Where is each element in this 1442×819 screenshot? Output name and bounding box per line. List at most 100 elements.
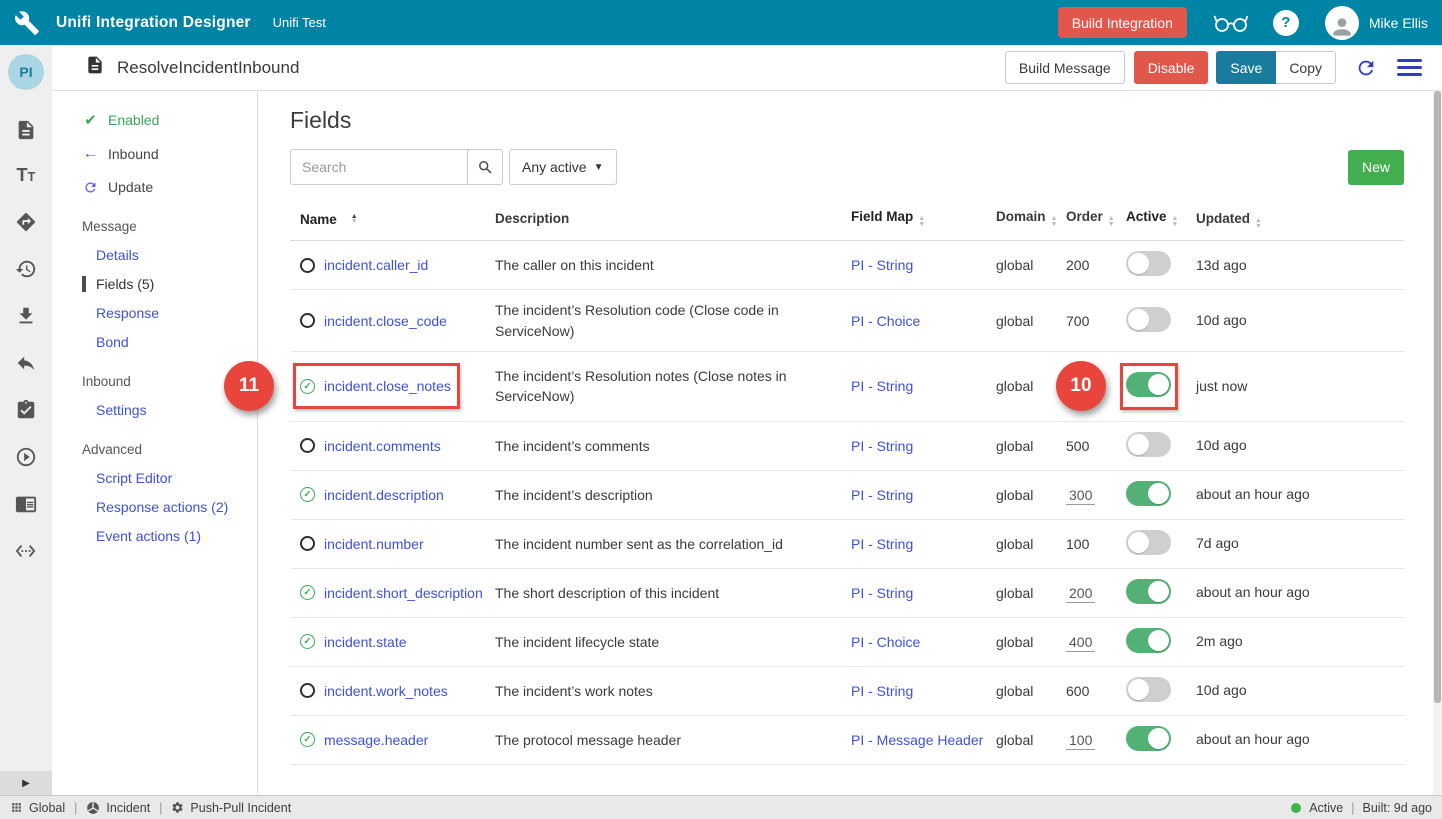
- field-description: The incident’s Resolution code (Close co…: [495, 300, 851, 341]
- nav-item-response[interactable]: Response: [82, 305, 257, 321]
- run-icon[interactable]: [15, 446, 37, 468]
- copy-button[interactable]: Copy: [1276, 51, 1336, 84]
- field-name-link[interactable]: message.header: [324, 732, 428, 748]
- nav-item-settings[interactable]: Settings: [82, 402, 257, 418]
- nav-item-event-actions-1-[interactable]: Event actions (1): [82, 528, 257, 544]
- active-toggle[interactable]: [1126, 432, 1171, 457]
- document-icon[interactable]: [15, 119, 37, 141]
- field-domain: global: [996, 634, 1066, 650]
- field-name-link[interactable]: incident.number: [324, 536, 424, 552]
- download-icon[interactable]: [15, 305, 37, 327]
- field-order: 100: [1066, 536, 1089, 552]
- field-name-link[interactable]: incident.caller_id: [324, 257, 428, 273]
- active-toggle[interactable]: [1126, 677, 1171, 702]
- active-toggle[interactable]: [1126, 579, 1171, 604]
- field-map-link[interactable]: PI - String: [851, 585, 913, 601]
- statusbar-segment-push-pull-incident[interactable]: Push-Pull Incident: [171, 801, 291, 815]
- scrollbar-thumb[interactable]: [1434, 91, 1441, 703]
- active-toggle[interactable]: [1126, 628, 1171, 653]
- nav-item-label[interactable]: Details: [96, 247, 139, 263]
- active-filter-dropdown[interactable]: Any active▼: [509, 149, 617, 185]
- column-header-name[interactable]: Name▲▼: [290, 209, 495, 229]
- message-nav: ✔Enabled←InboundUpdateMessageDetailsFiel…: [52, 91, 258, 795]
- field-name-link[interactable]: incident.close_code: [324, 313, 447, 329]
- toggle-knob: [1128, 532, 1149, 553]
- field-description: The incident’s Resolution notes (Close n…: [495, 366, 851, 407]
- menu-icon[interactable]: [1397, 59, 1422, 76]
- field-map-link[interactable]: PI - Choice: [851, 634, 920, 650]
- nav-item-label[interactable]: Fields (5): [96, 276, 154, 292]
- history-icon[interactable]: [15, 258, 37, 280]
- nav-item-label[interactable]: Script Editor: [96, 470, 172, 486]
- active-toggle[interactable]: [1126, 307, 1171, 332]
- field-name-link[interactable]: incident.state: [324, 634, 407, 650]
- preview-glasses-icon[interactable]: [1213, 12, 1249, 34]
- nav-item-label[interactable]: Response actions (2): [96, 499, 228, 515]
- build-integration-button[interactable]: Build Integration: [1058, 7, 1187, 38]
- field-order: 200: [1066, 257, 1089, 273]
- documentation-icon[interactable]: [15, 493, 37, 515]
- nav-item-label[interactable]: Response: [96, 305, 159, 321]
- undo-icon[interactable]: [15, 352, 37, 374]
- column-header-field-map[interactable]: Field Map▲▼: [851, 209, 996, 229]
- active-toggle[interactable]: [1126, 251, 1171, 276]
- field-map-link[interactable]: PI - String: [851, 487, 913, 503]
- annotation-circle-11: 11: [224, 361, 274, 411]
- disable-button[interactable]: Disable: [1134, 51, 1209, 84]
- nav-item-label[interactable]: Event actions (1): [96, 528, 201, 544]
- sort-icon: ▲▼: [1255, 218, 1262, 229]
- field-domain: global: [996, 487, 1066, 503]
- statusbar-segment-incident[interactable]: Incident: [86, 801, 150, 815]
- active-toggle[interactable]: [1126, 726, 1171, 751]
- save-button[interactable]: Save: [1216, 51, 1276, 84]
- text-format-icon[interactable]: TT: [17, 166, 36, 186]
- field-name-link[interactable]: incident.description: [324, 487, 444, 503]
- build-message-button[interactable]: Build Message: [1005, 51, 1125, 84]
- nav-item-fields-5-[interactable]: Fields (5): [82, 276, 257, 292]
- integration-avatar[interactable]: PI: [8, 54, 44, 90]
- field-map-link[interactable]: PI - String: [851, 378, 913, 394]
- nav-item-label[interactable]: Settings: [96, 402, 147, 418]
- environment-label[interactable]: Unifi Test: [273, 15, 326, 30]
- active-toggle[interactable]: [1126, 530, 1171, 555]
- field-map-link[interactable]: PI - Choice: [851, 313, 920, 329]
- vertical-scrollbar[interactable]: [1433, 91, 1442, 795]
- toggle-knob: [1148, 581, 1169, 602]
- nav-item-details[interactable]: Details: [82, 247, 257, 263]
- wrench-logo-icon[interactable]: [14, 10, 40, 36]
- search-icon[interactable]: [467, 149, 503, 185]
- field-map-icon[interactable]: [15, 211, 37, 233]
- field-description: The short description of this incident: [495, 583, 851, 603]
- column-header-active[interactable]: Active▲▼: [1126, 209, 1196, 229]
- table-row: ✓ incident.close_notes The incident’s Re…: [290, 352, 1404, 422]
- field-name-link[interactable]: incident.work_notes: [324, 683, 448, 699]
- tasks-icon[interactable]: [15, 399, 37, 421]
- field-map-link[interactable]: PI - String: [851, 536, 913, 552]
- user-menu[interactable]: Mike Ellis: [1325, 6, 1428, 40]
- field-map-link[interactable]: PI - Message Header: [851, 732, 983, 748]
- code-icon[interactable]: [15, 540, 37, 562]
- field-map-link[interactable]: PI - String: [851, 257, 913, 273]
- refresh-icon[interactable]: [1355, 57, 1377, 79]
- nav-section-message: Message: [82, 219, 257, 234]
- field-updated: 10d ago: [1196, 680, 1326, 701]
- toggle-knob: [1148, 630, 1169, 651]
- column-header-updated[interactable]: Updated▲▼: [1196, 209, 1326, 229]
- column-header-domain[interactable]: Domain▲▼: [996, 209, 1066, 229]
- search-input[interactable]: [290, 149, 467, 185]
- nav-item-response-actions-2-[interactable]: Response actions (2): [82, 499, 257, 515]
- active-toggle[interactable]: [1126, 481, 1171, 506]
- column-header-order[interactable]: Order▲▼: [1066, 209, 1126, 229]
- field-name-link[interactable]: incident.short_description: [324, 585, 483, 601]
- expand-sidebar-button[interactable]: ▶: [0, 771, 52, 795]
- statusbar-segment-global[interactable]: Global: [10, 801, 65, 815]
- help-icon[interactable]: ?: [1273, 10, 1299, 36]
- nav-item-script-editor[interactable]: Script Editor: [82, 470, 257, 486]
- field-name-link[interactable]: incident.comments: [324, 438, 441, 454]
- field-map-link[interactable]: PI - String: [851, 438, 913, 454]
- field-map-link[interactable]: PI - String: [851, 683, 913, 699]
- nav-item-label[interactable]: Bond: [96, 334, 129, 350]
- new-field-button[interactable]: New: [1348, 150, 1404, 185]
- annotation-circle-10: 10: [1056, 361, 1106, 411]
- nav-item-bond[interactable]: Bond: [82, 334, 257, 350]
